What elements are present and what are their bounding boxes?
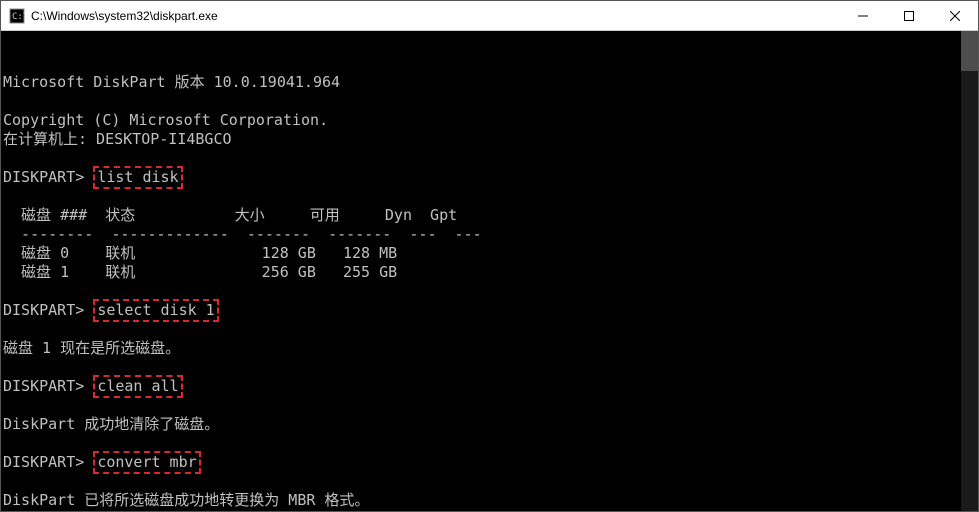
msg-convert: DiskPart 已将所选磁盘成功地转更换为 MBR 格式。 — [3, 491, 369, 509]
prompt: DISKPART> — [3, 301, 93, 319]
table-row: 磁盘 1 联机 256 GB 255 GB — [3, 263, 397, 281]
prompt: DISKPART> — [3, 453, 93, 471]
msg-select: 磁盘 1 现在是所选磁盘。 — [3, 339, 180, 357]
cmd-clean-all: clean all — [93, 375, 182, 398]
terminal-area[interactable]: Microsoft DiskPart 版本 10.0.19041.964 Cop… — [1, 31, 978, 511]
titlebar[interactable]: C:\ C:\Windows\system32\diskpart.exe — [1, 1, 978, 31]
msg-clean: DiskPart 成功地清除了磁盘。 — [3, 415, 219, 433]
table-row: 磁盘 0 联机 128 GB 128 MB — [3, 244, 397, 262]
terminal-content: Microsoft DiskPart 版本 10.0.19041.964 Cop… — [3, 54, 976, 511]
app-window: C:\ C:\Windows\system32\diskpart.exe Mic… — [0, 0, 979, 512]
app-icon: C:\ — [9, 8, 25, 24]
scrollbar[interactable] — [961, 31, 978, 511]
cmd-convert-mbr: convert mbr — [93, 451, 200, 474]
prompt: DISKPART> — [3, 377, 93, 395]
close-button[interactable] — [932, 1, 978, 30]
table-divider: -------- ------------- ------- ------- -… — [3, 225, 482, 243]
minimize-button[interactable] — [840, 1, 886, 30]
cmd-list-disk: list disk — [93, 166, 182, 189]
copyright-line: Copyright (C) Microsoft Corporation. — [3, 111, 328, 129]
maximize-button[interactable] — [886, 1, 932, 30]
titlebar-buttons — [840, 1, 978, 30]
diskpart-version: Microsoft DiskPart 版本 10.0.19041.964 — [3, 73, 340, 91]
prompt: DISKPART> — [3, 168, 93, 186]
window-title: C:\Windows\system32\diskpart.exe — [31, 9, 840, 23]
computer-line: 在计算机上: DESKTOP-II4BGCO — [3, 130, 232, 148]
svg-text:C:\: C:\ — [12, 12, 25, 22]
scrollbar-thumb[interactable] — [961, 31, 978, 71]
cmd-select-disk: select disk 1 — [93, 299, 218, 322]
table-header: 磁盘 ### 状态 大小 可用 Dyn Gpt — [3, 206, 457, 224]
